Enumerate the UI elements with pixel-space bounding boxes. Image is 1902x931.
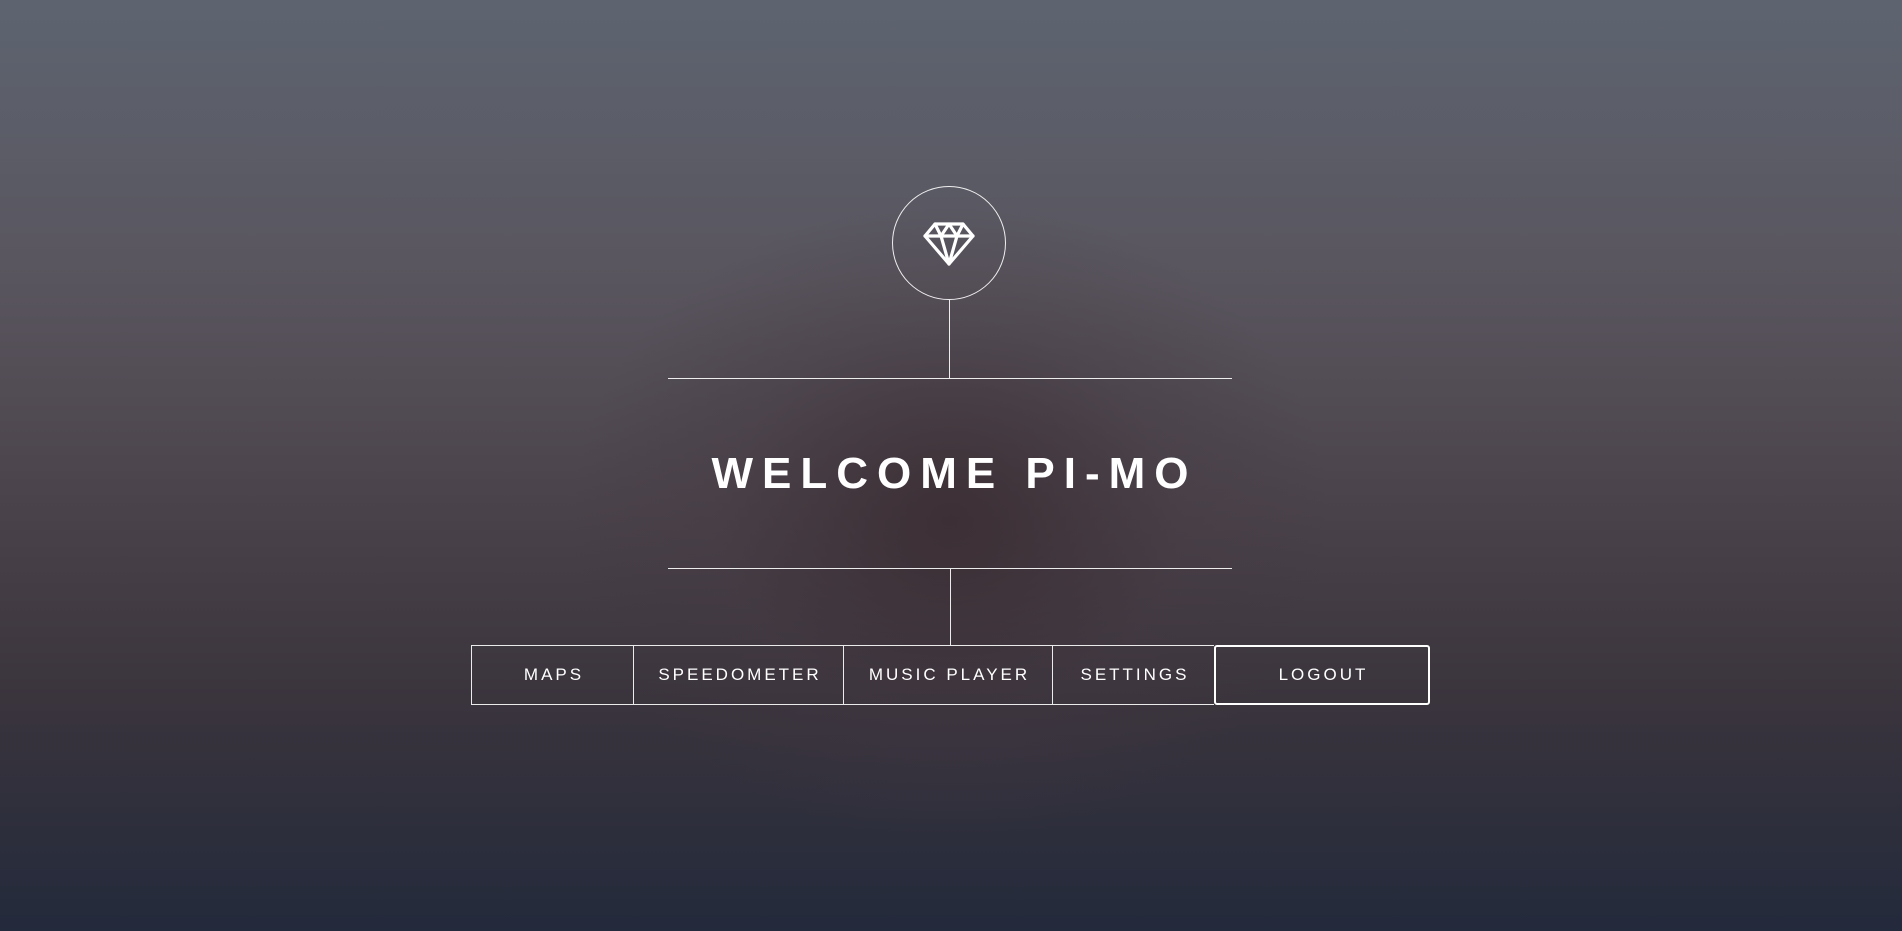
maps-button[interactable]: MAPS — [471, 645, 633, 705]
music-player-button[interactable]: MUSIC PLAYER — [843, 645, 1052, 705]
connector-line-top — [949, 300, 950, 378]
logout-button[interactable]: LOGOUT — [1214, 645, 1430, 705]
logo-badge — [892, 186, 1006, 300]
connector-line-bottom — [950, 569, 951, 645]
welcome-screen: WELCOME PI-MO MAPS SPEEDOMETER MUSIC PLA… — [0, 0, 1902, 931]
page-title: WELCOME PI-MO — [711, 449, 1198, 498]
speedometer-button[interactable]: SPEEDOMETER — [633, 645, 843, 705]
diamond-icon — [923, 222, 975, 266]
settings-button[interactable]: SETTINGS — [1052, 645, 1214, 705]
divider-top — [668, 378, 1232, 379]
main-nav: MAPS SPEEDOMETER MUSIC PLAYER SETTINGS L… — [471, 645, 1430, 705]
